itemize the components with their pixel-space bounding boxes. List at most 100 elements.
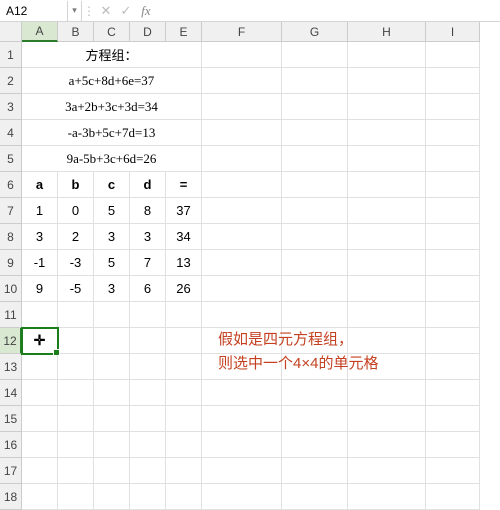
cell[interactable]	[426, 146, 480, 172]
cell[interactable]	[426, 68, 480, 94]
cell[interactable]: 5	[94, 250, 130, 276]
cell[interactable]	[58, 484, 94, 510]
row-header-2[interactable]: 2	[0, 68, 22, 94]
col-header-F[interactable]: F	[202, 22, 282, 42]
cell[interactable]	[202, 250, 282, 276]
cell[interactable]	[282, 224, 348, 250]
cell[interactable]	[58, 458, 94, 484]
cell[interactable]	[202, 380, 282, 406]
row-header-10[interactable]: 10	[0, 276, 22, 302]
cell[interactable]	[282, 458, 348, 484]
cell[interactable]	[58, 302, 94, 328]
col-header-A[interactable]: A	[22, 22, 58, 42]
col-header-E[interactable]: E	[166, 22, 202, 42]
cell[interactable]	[202, 484, 282, 510]
cell[interactable]	[348, 484, 426, 510]
cell[interactable]	[426, 224, 480, 250]
cell[interactable]: 3	[130, 224, 166, 250]
cell[interactable]: 5	[94, 198, 130, 224]
cell[interactable]	[426, 94, 480, 120]
cell[interactable]	[94, 432, 130, 458]
cell[interactable]	[58, 406, 94, 432]
cell[interactable]	[130, 484, 166, 510]
cell[interactable]	[282, 484, 348, 510]
cell[interactable]	[202, 120, 282, 146]
row-header-13[interactable]: 13	[0, 354, 22, 380]
cell[interactable]	[348, 458, 426, 484]
row-header-4[interactable]: 4	[0, 120, 22, 146]
merged-cell[interactable]: -a-3b+5c+7d=13	[22, 120, 202, 146]
row-header-8[interactable]: 8	[0, 224, 22, 250]
cell[interactable]	[166, 328, 202, 354]
cell[interactable]	[426, 120, 480, 146]
cell[interactable]	[426, 354, 480, 380]
cell[interactable]	[94, 380, 130, 406]
cell[interactable]	[22, 406, 58, 432]
col-header-I[interactable]: I	[426, 22, 480, 42]
row-header-5[interactable]: 5	[0, 146, 22, 172]
row-header-3[interactable]: 3	[0, 94, 22, 120]
enter-icon[interactable]: ✓	[116, 1, 136, 21]
cell[interactable]	[130, 380, 166, 406]
cell[interactable]: 34	[166, 224, 202, 250]
cell[interactable]	[426, 198, 480, 224]
cell[interactable]	[426, 328, 480, 354]
col-header-B[interactable]: B	[58, 22, 94, 42]
cell[interactable]: 13	[166, 250, 202, 276]
cell[interactable]	[348, 224, 426, 250]
col-header-D[interactable]: D	[130, 22, 166, 42]
cell[interactable]	[348, 120, 426, 146]
row-header-11[interactable]: 11	[0, 302, 22, 328]
cell[interactable]	[348, 68, 426, 94]
cell[interactable]	[22, 484, 58, 510]
row-header-7[interactable]: 7	[0, 198, 22, 224]
cell[interactable]	[130, 458, 166, 484]
cell[interactable]	[348, 94, 426, 120]
cell[interactable]	[426, 302, 480, 328]
cell[interactable]	[426, 432, 480, 458]
cell[interactable]: c	[94, 172, 130, 198]
cells-area[interactable]: 方程组：a+5c+8d+6e=373a+2b+3c+3d=34-a-3b+5c+…	[22, 42, 480, 510]
cell[interactable]	[202, 146, 282, 172]
cell[interactable]	[22, 458, 58, 484]
row-header-6[interactable]: 6	[0, 172, 22, 198]
merged-cell[interactable]: 3a+2b+3c+3d=34	[22, 94, 202, 120]
cell[interactable]: 7	[130, 250, 166, 276]
name-box-dropdown-icon[interactable]: ▾	[68, 1, 82, 21]
cell[interactable]	[282, 302, 348, 328]
cell[interactable]	[348, 42, 426, 68]
cell[interactable]	[130, 406, 166, 432]
cell[interactable]	[348, 172, 426, 198]
cell[interactable]	[348, 406, 426, 432]
cell[interactable]	[130, 432, 166, 458]
cell[interactable]: 8	[130, 198, 166, 224]
cell[interactable]	[426, 42, 480, 68]
col-header-C[interactable]: C	[94, 22, 130, 42]
cell[interactable]	[426, 484, 480, 510]
cell[interactable]	[282, 120, 348, 146]
cell[interactable]: 3	[22, 224, 58, 250]
cell[interactable]	[202, 224, 282, 250]
cell[interactable]	[166, 354, 202, 380]
cell[interactable]	[282, 146, 348, 172]
cell[interactable]	[202, 432, 282, 458]
col-header-G[interactable]: G	[282, 22, 348, 42]
cell[interactable]	[202, 406, 282, 432]
cell[interactable]: d	[130, 172, 166, 198]
cell[interactable]	[282, 68, 348, 94]
cell[interactable]	[348, 302, 426, 328]
cell[interactable]: 37	[166, 198, 202, 224]
cell[interactable]	[130, 328, 166, 354]
cell[interactable]	[348, 250, 426, 276]
cell[interactable]	[348, 146, 426, 172]
cell[interactable]	[282, 432, 348, 458]
cell[interactable]	[202, 68, 282, 94]
cell[interactable]	[282, 276, 348, 302]
cell[interactable]	[58, 432, 94, 458]
merged-cell[interactable]: a+5c+8d+6e=37	[22, 68, 202, 94]
row-header-14[interactable]: 14	[0, 380, 22, 406]
cell[interactable]	[426, 380, 480, 406]
cell[interactable]	[94, 406, 130, 432]
formula-input[interactable]	[156, 1, 500, 21]
cell[interactable]	[348, 276, 426, 302]
